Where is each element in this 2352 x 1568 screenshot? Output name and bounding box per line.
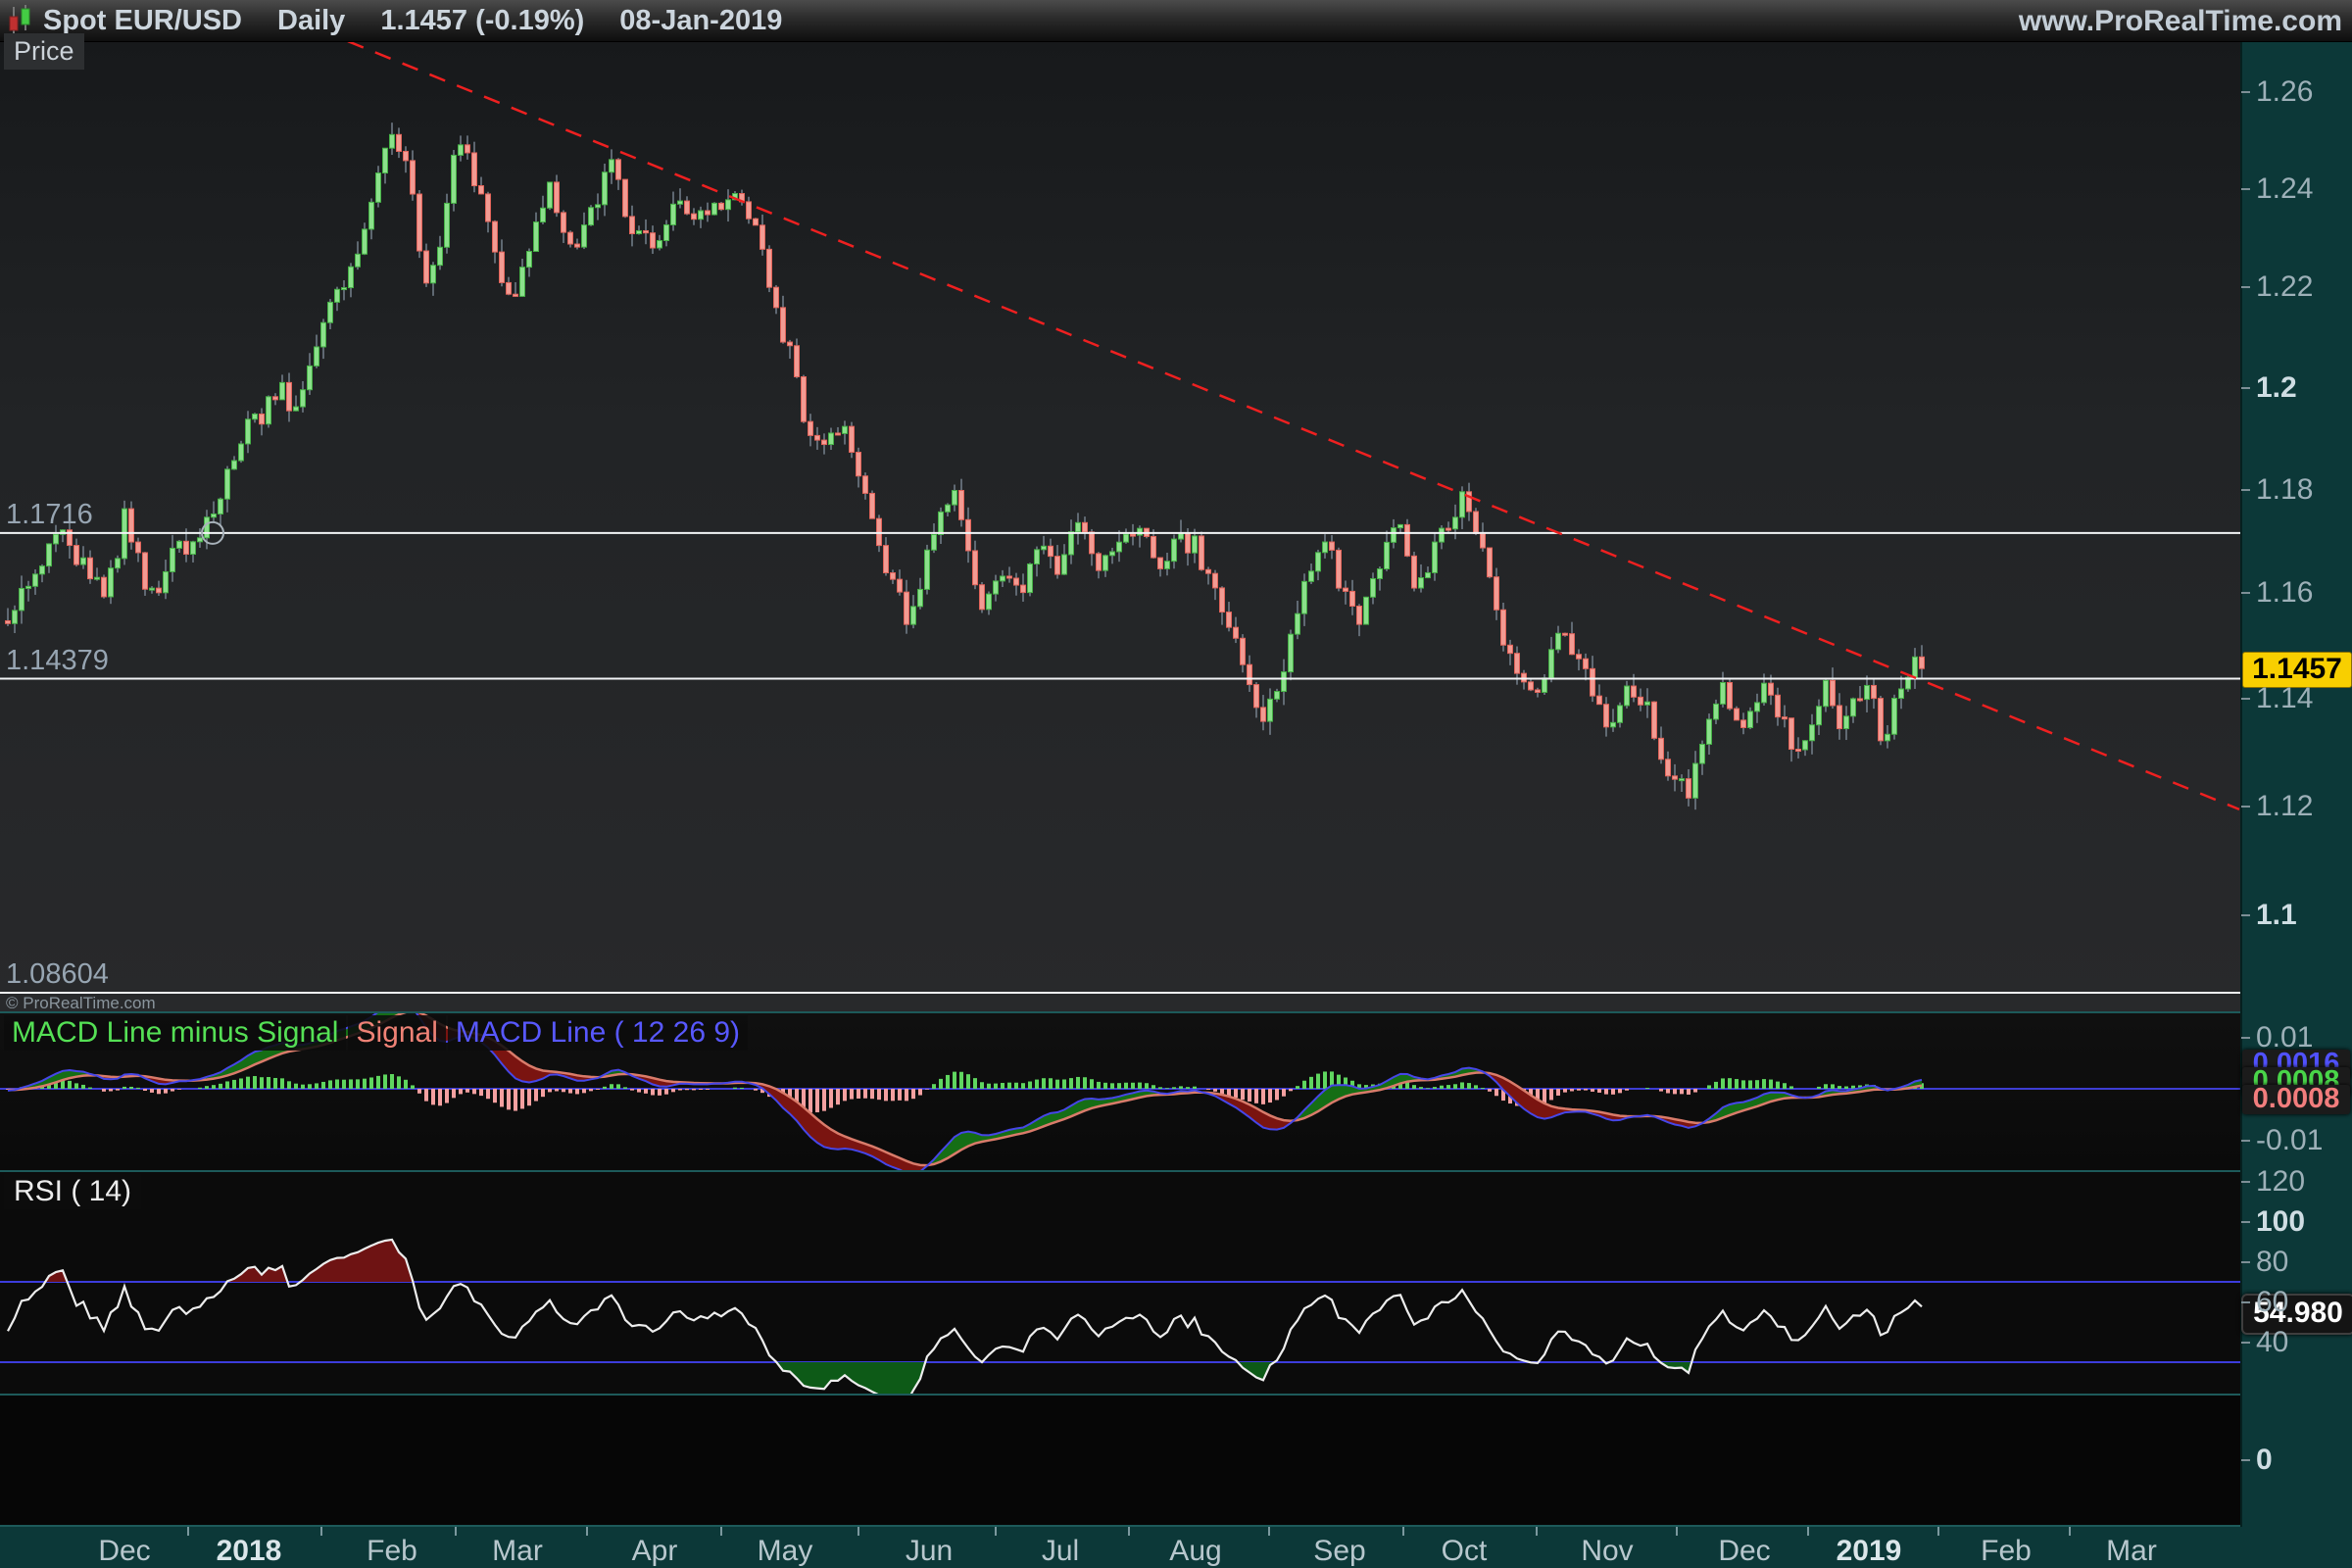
price-axis-tick-tick — [2241, 914, 2250, 916]
macd-axis-tick: -0.01 — [2256, 1126, 2323, 1155]
time-axis-tick — [1402, 1527, 1404, 1536]
time-axis-tick — [320, 1527, 322, 1536]
time-axis-label[interactable]: Feb — [367, 1537, 417, 1566]
macd-legend-hist[interactable]: MACD Line minus Signal — [4, 1015, 346, 1051]
price-axis-tick-tick — [2241, 698, 2250, 700]
price-axis-tick: 1.14 — [2256, 684, 2313, 713]
time-axis-label[interactable]: Feb — [1981, 1537, 2032, 1566]
price-axis-tick: 1.26 — [2256, 77, 2313, 107]
price-axis-tick: 1.22 — [2256, 272, 2313, 302]
level-price-label: 1.08604 — [6, 960, 109, 989]
price-axis-tick-tick — [2241, 489, 2250, 491]
price-axis-tick-tick — [2241, 91, 2250, 93]
prorealtime-chart-window: Spot EUR/USD Daily 1.1457 (-0.19%) 08-Ja… — [0, 0, 2352, 1568]
instrument-title[interactable]: Spot EUR/USD — [43, 5, 242, 37]
time-axis-tick — [720, 1527, 722, 1536]
candlestick-icon — [6, 5, 33, 36]
time-axis-tick — [1937, 1527, 1939, 1536]
rsi-axis-tick-tick — [2241, 1301, 2250, 1303]
rsi-axis-tick-tick — [2241, 1342, 2250, 1344]
macd-legend-signal[interactable]: Signal — [348, 1015, 445, 1051]
last-quote: 1.1457 (-0.19%) — [380, 5, 584, 37]
price-axis-tick-tick — [2241, 806, 2250, 808]
last-date: 08-Jan-2019 — [619, 5, 782, 37]
level-price-label: 1.14379 — [6, 647, 109, 675]
price-axis-tick: 1.2 — [2256, 373, 2297, 403]
time-axis-label[interactable]: Dec — [98, 1537, 150, 1566]
website-link[interactable]: www.ProRealTime.com — [2019, 5, 2342, 38]
time-axis-label[interactable]: 2019 — [1837, 1537, 1902, 1566]
bottom-axis-tick-tick — [2241, 1459, 2250, 1461]
macd-axis-tick-tick — [2241, 1140, 2250, 1142]
timeframe-label[interactable]: Daily — [277, 5, 345, 37]
price-panel-label[interactable]: Price — [4, 33, 84, 70]
time-axis-tick — [995, 1527, 997, 1536]
time-axis-tick — [858, 1527, 859, 1536]
price-axis-tick: 1.1 — [2256, 901, 2297, 930]
level-price-label: 1.1716 — [6, 501, 93, 529]
copyright-watermark: © ProRealTime.com — [6, 994, 156, 1013]
rsi-axis-tick: 60 — [2256, 1288, 2288, 1317]
price-axis-tick-tick — [2241, 188, 2250, 190]
time-axis-label[interactable]: Aug — [1169, 1537, 1221, 1566]
time-axis-label[interactable]: 2018 — [217, 1537, 282, 1566]
price-axis-tick: 1.18 — [2256, 475, 2313, 505]
rsi-axis-tick-tick — [2241, 1181, 2250, 1183]
price-axis-tick-tick — [2241, 592, 2250, 594]
time-axis-tick — [1676, 1527, 1678, 1536]
macd-signal-value-tag: 0.0008 — [2242, 1085, 2350, 1114]
price-axis-tick: 1.24 — [2256, 174, 2313, 204]
rsi-axis-tick-tick — [2241, 1221, 2250, 1223]
rsi-axis-tick-tick — [2241, 1261, 2250, 1263]
time-axis-label[interactable]: May — [758, 1537, 813, 1566]
time-axis-label[interactable]: Mar — [2106, 1537, 2157, 1566]
chart-canvas[interactable] — [0, 0, 2352, 1568]
time-axis-label[interactable]: Jul — [1042, 1537, 1079, 1566]
time-axis-tick — [1807, 1527, 1809, 1536]
macd-legend: MACD Line minus Signal Signal MACD Line … — [4, 1015, 748, 1051]
rsi-axis-tick: 100 — [2256, 1207, 2305, 1237]
time-axis-tick — [586, 1527, 588, 1536]
time-axis-label[interactable]: Apr — [632, 1537, 678, 1566]
time-axis-label[interactable]: Oct — [1442, 1537, 1488, 1566]
price-axis-tick-tick — [2241, 286, 2250, 288]
rsi-legend[interactable]: RSI ( 14) — [4, 1174, 141, 1209]
time-axis-label[interactable]: Sep — [1313, 1537, 1365, 1566]
time-axis-tick — [2069, 1527, 2071, 1536]
macd-axis-tick: 0.01 — [2256, 1023, 2313, 1053]
time-axis-label[interactable]: Jun — [906, 1537, 953, 1566]
rsi-axis-tick: 120 — [2256, 1167, 2305, 1197]
time-axis-label[interactable]: Nov — [1581, 1537, 1633, 1566]
time-axis-tick — [1128, 1527, 1130, 1536]
price-axis-tick: 1.16 — [2256, 578, 2313, 608]
rsi-axis-tick: 40 — [2256, 1328, 2288, 1357]
bottom-axis-tick: 0 — [2256, 1446, 2273, 1475]
time-axis-tick — [1536, 1527, 1538, 1536]
time-axis-tick — [1268, 1527, 1270, 1536]
time-axis-tick — [187, 1527, 189, 1536]
time-axis-tick — [455, 1527, 457, 1536]
price-axis-tick: 1.12 — [2256, 792, 2313, 821]
title-bar: Spot EUR/USD Daily 1.1457 (-0.19%) 08-Ja… — [0, 0, 2352, 42]
rsi-axis-tick: 80 — [2256, 1248, 2288, 1277]
time-axis-label[interactable]: Mar — [492, 1537, 543, 1566]
macd-axis-tick-tick — [2241, 1037, 2250, 1039]
macd-legend-line[interactable]: MACD Line ( 12 26 9) — [448, 1015, 748, 1051]
time-axis-label[interactable]: Dec — [1718, 1537, 1770, 1566]
price-axis-tick-tick — [2241, 387, 2250, 389]
